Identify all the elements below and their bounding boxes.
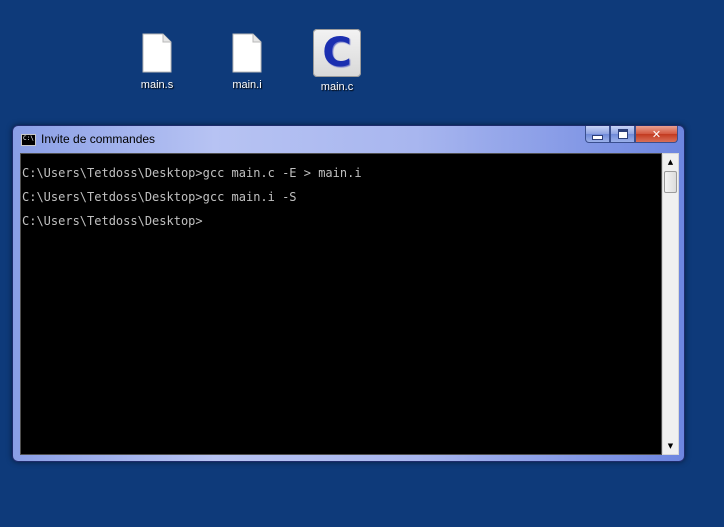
desktop-icon-label: main.s <box>140 79 174 91</box>
close-button[interactable]: ✕ <box>635 126 678 143</box>
desktop-icon-main-c[interactable]: C main.c <box>305 29 369 93</box>
console-line: C:\Users\Tetdoss\Desktop>gcc main.i -S <box>22 190 297 204</box>
arrow-down-icon: ▼ <box>667 442 674 450</box>
arrow-up-icon: ▲ <box>667 158 674 166</box>
window-titlebar[interactable]: C:\ Invite de commandes ✕ <box>13 126 684 153</box>
console-output[interactable]: C:\Users\Tetdoss\Desktop>gcc main.c -E >… <box>20 153 662 455</box>
desktop-icon-main-i[interactable]: main.i <box>215 33 279 91</box>
console-line: C:\Users\Tetdoss\Desktop> <box>22 214 203 228</box>
console-line: C:\Users\Tetdoss\Desktop>gcc main.c -E >… <box>22 166 362 180</box>
file-icon <box>142 33 172 73</box>
desktop-icon-label: main.c <box>320 81 354 93</box>
desktop-icon-main-s[interactable]: main.s <box>125 33 189 91</box>
vertical-scrollbar[interactable]: ▲ ▼ <box>662 153 679 455</box>
window-title: Invite de commandes <box>41 132 156 146</box>
maximize-icon <box>617 129 628 139</box>
minimize-button[interactable] <box>585 126 610 143</box>
scroll-up-button[interactable]: ▲ <box>663 154 678 170</box>
command-prompt-window[interactable]: C:\ Invite de commandes ✕ C:\Users\Tetdo… <box>12 125 685 462</box>
minimize-icon <box>592 134 603 140</box>
scroll-down-button[interactable]: ▼ <box>663 438 678 454</box>
maximize-button[interactable] <box>610 126 635 143</box>
desktop-icon-label: main.i <box>232 79 262 91</box>
cmd-icon: C:\ <box>21 134 36 146</box>
c-source-file-icon: C <box>313 29 361 77</box>
window-controls: ✕ <box>585 126 678 143</box>
close-icon: ✕ <box>651 127 662 141</box>
file-icon <box>232 33 262 73</box>
scroll-thumb[interactable] <box>664 171 677 193</box>
